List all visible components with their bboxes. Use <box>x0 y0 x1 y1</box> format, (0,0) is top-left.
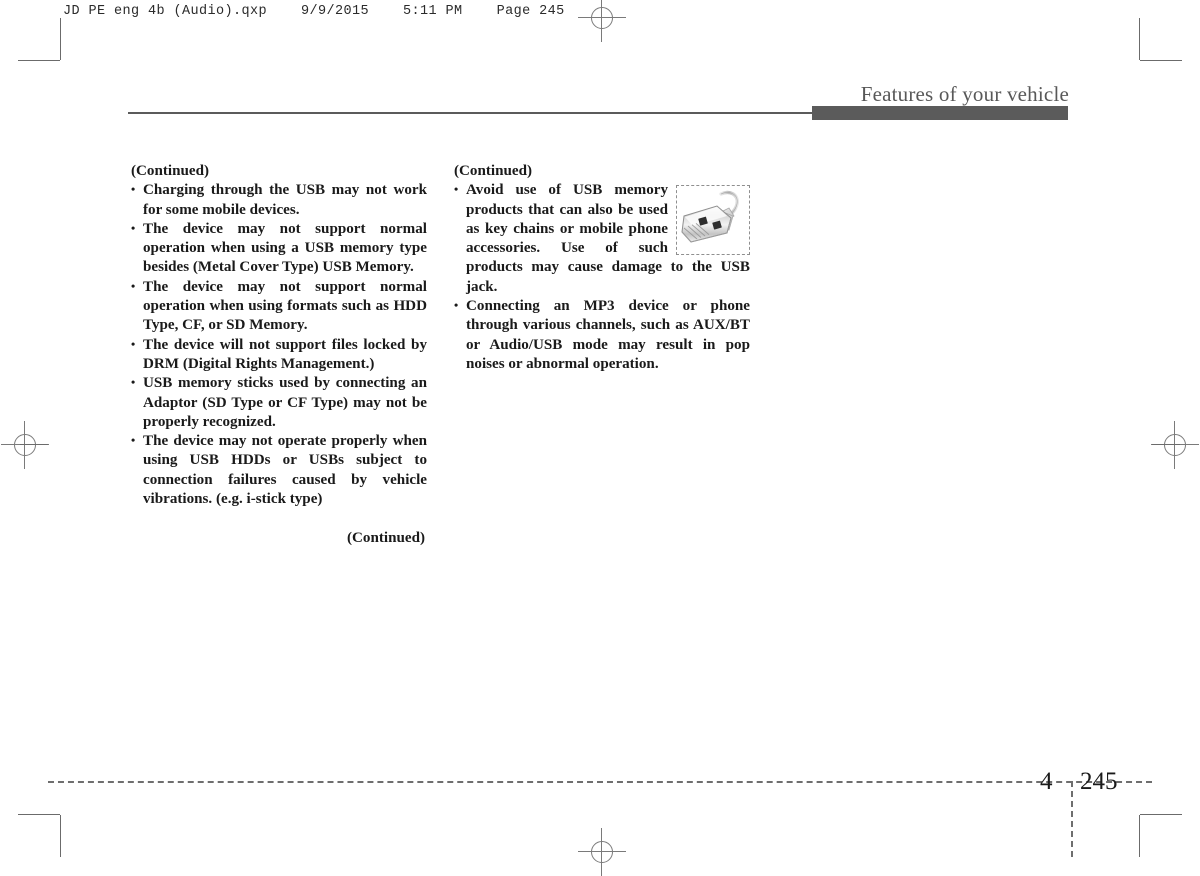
right-bullet-list: Avoid use of USB memory products that ca… <box>454 180 750 374</box>
crop-mark-top-left-horizontal <box>18 60 60 61</box>
header-rule-thick <box>812 106 1068 120</box>
registration-mark-top-center <box>578 0 626 42</box>
page-title: Features of your vehicle <box>860 82 1069 106</box>
bullet-text: Connecting an MP3 device or phone throug… <box>466 298 750 372</box>
left-continued-footer: (Continued) <box>347 529 425 546</box>
bullet-text: Charging through the USB may not work fo… <box>143 182 427 218</box>
list-item: Connecting an MP3 device or phone throug… <box>454 296 750 374</box>
registration-circle <box>14 434 36 456</box>
left-continued-header: (Continued) <box>131 163 209 179</box>
crop-mark-top-right-vertical <box>1139 18 1140 60</box>
prepress-slug-line: JD PE eng 4b (Audio).qxp 9/9/2015 5:11 P… <box>63 4 565 19</box>
list-item: Avoid use of USB memory products that ca… <box>454 180 750 297</box>
left-bullet-list: Charging through the USB may not work fo… <box>131 180 427 509</box>
crop-mark-bottom-right-horizontal <box>1140 814 1182 815</box>
registration-mark-left-center <box>1 421 49 469</box>
registration-circle <box>591 841 613 863</box>
bullet-text: The device may not support normal operat… <box>143 278 427 334</box>
registration-mark-bottom-center <box>578 828 626 876</box>
crop-mark-top-left-vertical <box>60 18 61 60</box>
bullet-text: The device may not operate properly when… <box>143 433 427 508</box>
crop-mark-top-right-horizontal <box>1140 60 1182 61</box>
trim-tick-left-upper <box>20 444 48 445</box>
usb-flash-drive-illustration <box>676 185 750 256</box>
list-item: USB memory sticks used by connecting an … <box>131 373 427 432</box>
list-item: The device may not support normal operat… <box>131 219 427 278</box>
chapter-number: 4 <box>1040 768 1053 795</box>
usb-flash-drive-icon <box>681 191 739 243</box>
bullet-text: The device will not support files locked… <box>143 336 427 372</box>
trim-tick-right-upper <box>1152 444 1180 445</box>
list-item: The device may not support normal operat… <box>131 277 427 336</box>
right-continued-header: (Continued) <box>454 163 532 179</box>
footer-dashed-vertical-rule <box>1071 781 1073 857</box>
list-item: The device may not operate properly when… <box>131 431 427 509</box>
registration-circle <box>591 7 613 29</box>
left-column: (Continued) Charging through the USB may… <box>131 162 427 548</box>
list-item: The device will not support files locked… <box>131 335 427 375</box>
list-item: Charging through the USB may not work fo… <box>131 180 427 220</box>
registration-circle <box>1164 434 1186 456</box>
bullet-text: USB memory sticks used by connecting an … <box>143 375 427 430</box>
footer-dashed-rule <box>48 781 1152 783</box>
bullet-text: The device may not support normal operat… <box>143 220 427 276</box>
page-number: 245 <box>1080 768 1118 795</box>
illustration-dashed-frame <box>676 185 750 256</box>
right-column: (Continued) • Avoid use of USB memory pr… <box>454 162 750 374</box>
crop-mark-bottom-right-vertical <box>1139 815 1140 857</box>
crop-mark-bottom-left-horizontal <box>18 814 60 815</box>
registration-mark-right-center <box>1151 421 1199 469</box>
crop-mark-bottom-left-vertical <box>60 815 61 857</box>
